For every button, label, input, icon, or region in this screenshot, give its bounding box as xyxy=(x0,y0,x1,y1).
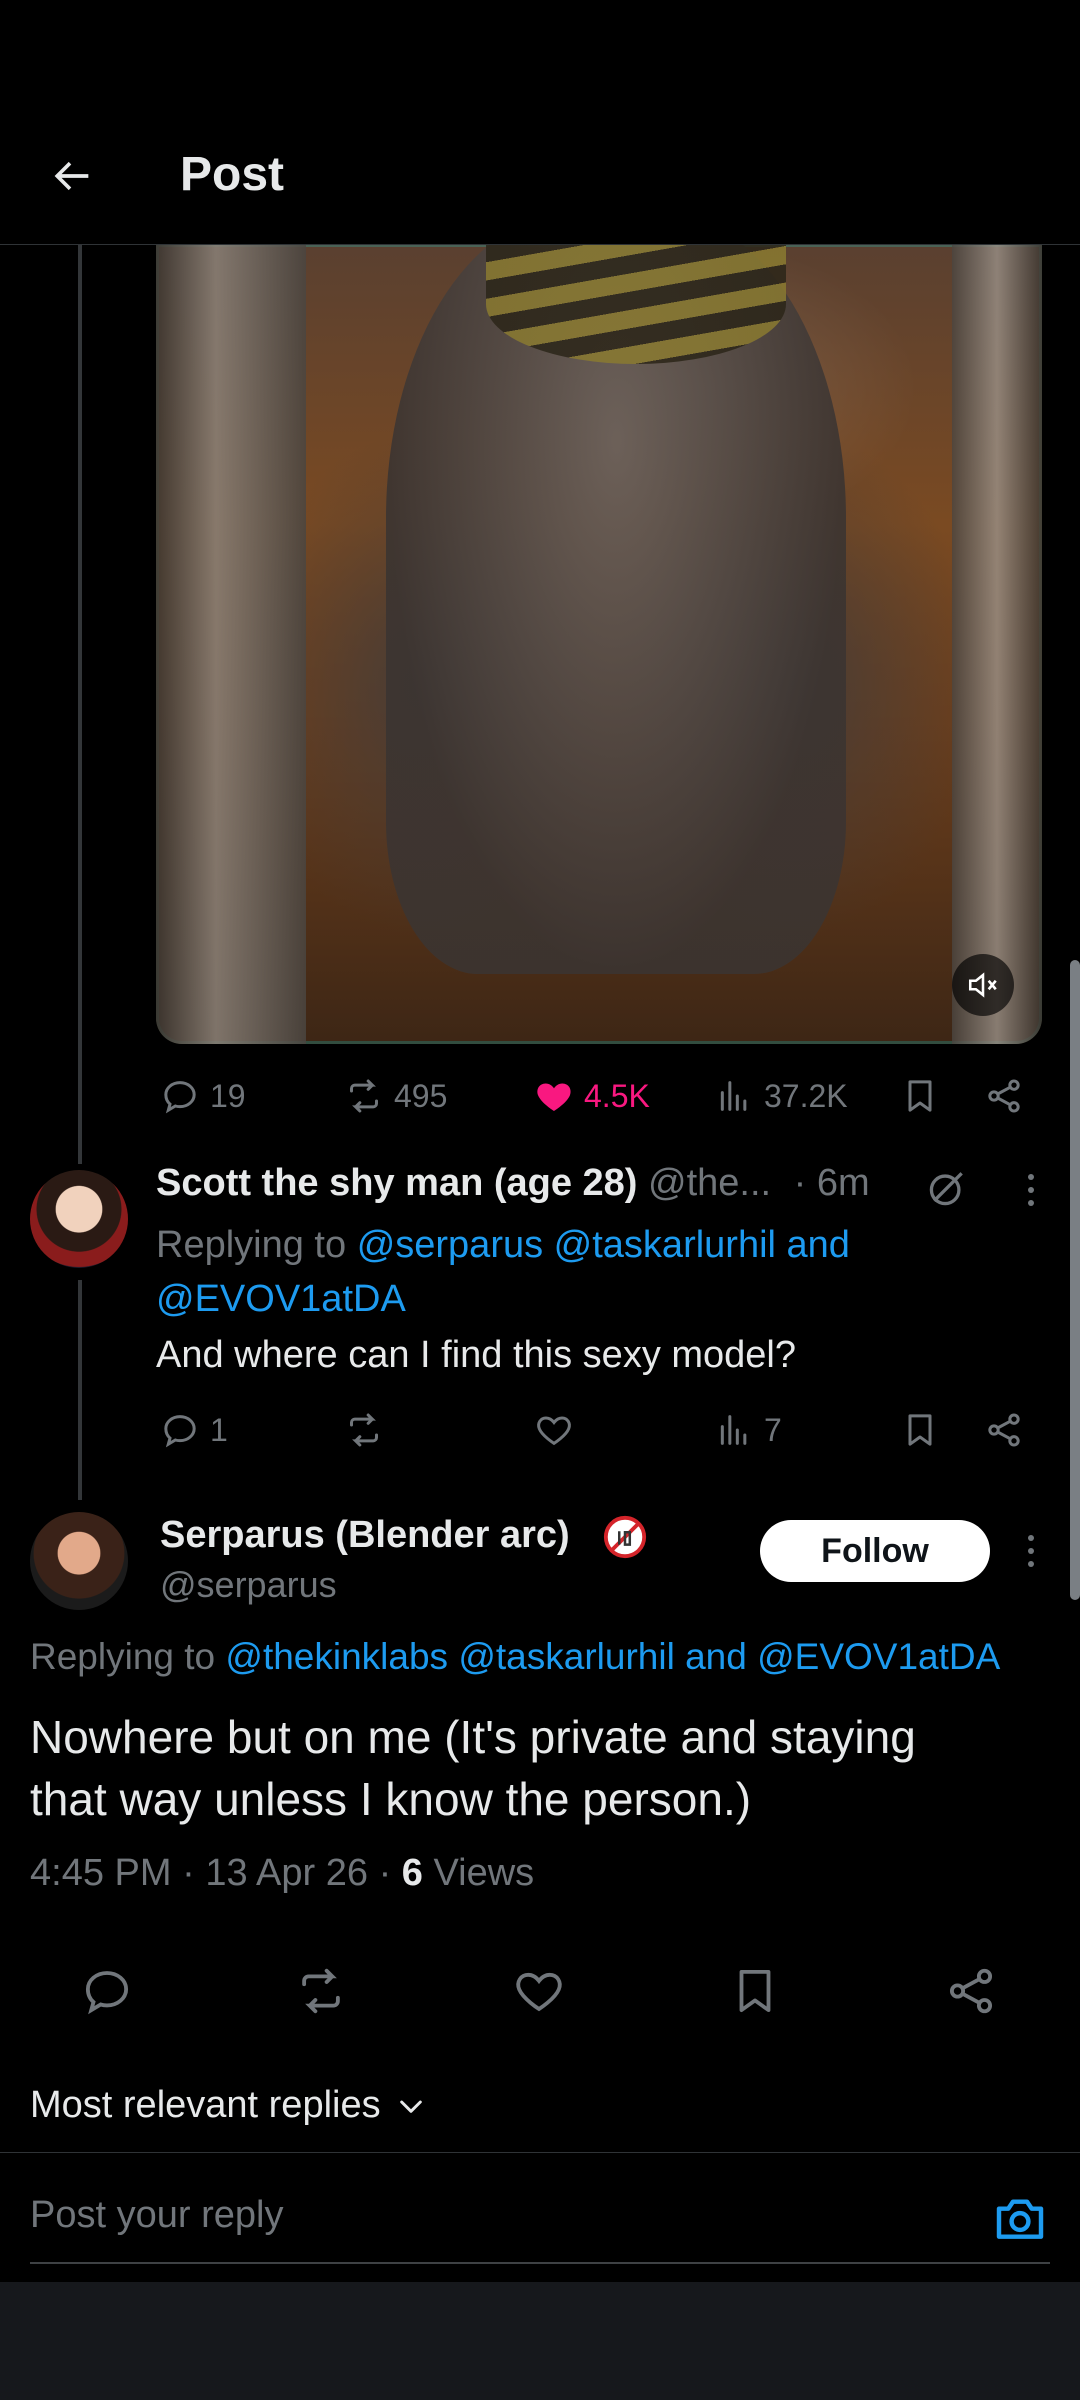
repost-icon xyxy=(350,1413,378,1447)
post-time: 4:45 PM xyxy=(30,1852,172,1894)
replying-to: Replying to @serparus @taskarlurhil and … xyxy=(156,1224,850,1320)
sort-label: Most relevant replies xyxy=(30,2084,381,2126)
author-name[interactable]: Serparus (Blender arc) xyxy=(160,1514,570,1557)
avatar[interactable] xyxy=(30,1170,128,1268)
post-video[interactable] xyxy=(156,244,1042,1044)
reply-icon xyxy=(164,1081,196,1114)
views-chart-icon xyxy=(720,1415,747,1445)
views-count: 7 xyxy=(764,1411,782,1448)
views-button[interactable]: 7 xyxy=(714,1410,782,1450)
reply-input[interactable]: Post your reply xyxy=(30,2194,970,2237)
bookmark-button[interactable] xyxy=(900,1076,940,1116)
thread-line xyxy=(78,1280,82,1500)
chevron-down-icon xyxy=(399,2100,422,2113)
repost-button[interactable]: 495 xyxy=(344,1076,447,1116)
bookmark-button[interactable] xyxy=(900,1410,940,1450)
author-handle[interactable]: @serparus xyxy=(160,1564,337,1606)
top-bar: Post xyxy=(0,0,1080,245)
video-stripes xyxy=(486,244,786,364)
post-date: 13 Apr 26 xyxy=(205,1852,368,1894)
thread-line xyxy=(78,244,82,1164)
post-time: · 6m xyxy=(793,1162,870,1204)
reply-count: 19 xyxy=(210,1077,246,1114)
share-icon xyxy=(988,1413,1020,1447)
more-options-icon[interactable] xyxy=(1016,1160,1046,1220)
camera-icon[interactable] xyxy=(992,2190,1048,2246)
back-button[interactable] xyxy=(40,146,100,206)
views-count: 37.2K xyxy=(764,1077,848,1114)
video-frame-left-pillar xyxy=(156,244,306,1044)
more-options-icon[interactable] xyxy=(1016,1521,1046,1581)
age-restricted-icon xyxy=(603,1515,647,1559)
mute-button[interactable] xyxy=(952,954,1014,1016)
divider xyxy=(30,2262,1050,2264)
views-count: 6 xyxy=(401,1852,423,1894)
views-chart-icon xyxy=(720,1081,747,1111)
bookmark-button[interactable] xyxy=(728,1964,782,2018)
author-handle[interactable]: @the... xyxy=(648,1162,771,1204)
grok-icon[interactable] xyxy=(925,1166,969,1210)
like-count: 4.5K xyxy=(584,1077,650,1114)
author-name[interactable]: Scott the shy man (age 28) xyxy=(156,1162,637,1204)
share-button[interactable] xyxy=(944,1964,998,2018)
like-button[interactable] xyxy=(512,1964,566,2018)
views-label: Views xyxy=(433,1852,535,1894)
bookmark-icon xyxy=(908,1414,932,1446)
sort-replies-dropdown[interactable]: Most relevant replies xyxy=(30,2084,427,2127)
share-icon xyxy=(988,1079,1020,1113)
replying-users[interactable]: @thekinklabs @taskarlurhil and @EVOV1atD… xyxy=(225,1636,1000,1677)
like-button[interactable]: 4.5K xyxy=(534,1076,650,1116)
comment-header: Scott the shy man (age 28) @the... · 6m xyxy=(156,1162,996,1205)
reply-icon xyxy=(164,1415,196,1448)
volume-muted-icon xyxy=(968,972,997,998)
post-text: Nowhere but on me (It's private and stay… xyxy=(30,1711,916,1825)
avatar[interactable] xyxy=(30,1512,128,1610)
replying-to: Replying to @thekinklabs @taskarlurhil a… xyxy=(30,1636,1001,1677)
bookmark-icon xyxy=(739,1969,771,2013)
heart-icon xyxy=(516,1972,562,2012)
repost-icon xyxy=(350,1079,378,1113)
reply-button[interactable] xyxy=(80,1964,134,2018)
share-button[interactable] xyxy=(984,1410,1024,1450)
views-button[interactable]: 37.2K xyxy=(714,1076,848,1116)
bottom-panel xyxy=(0,2282,1080,2400)
comment-text: And where can I find this sexy model? xyxy=(156,1334,797,1376)
repost-button[interactable] xyxy=(294,1964,348,2018)
replying-users[interactable]: @serparus @taskarlurhil and xyxy=(357,1224,850,1266)
share-button[interactable] xyxy=(984,1076,1024,1116)
heart-filled-icon xyxy=(537,1083,571,1111)
post-meta: 4:45 PM · 13 Apr 26 · 6 Views xyxy=(30,1852,535,1894)
scrollbar[interactable] xyxy=(1070,960,1080,1600)
arrow-left-icon xyxy=(54,161,89,191)
heart-icon xyxy=(537,1416,571,1446)
bookmark-icon xyxy=(908,1080,932,1112)
reply-count: 1 xyxy=(210,1411,228,1448)
replying-users-cont[interactable]: @EVOV1atDA xyxy=(156,1278,406,1320)
video-frame-right-pillar xyxy=(952,244,1042,1044)
like-button[interactable] xyxy=(534,1410,574,1450)
follow-button[interactable]: Follow xyxy=(760,1520,990,1582)
reply-count-button[interactable]: 19 xyxy=(160,1076,246,1116)
share-icon xyxy=(949,1968,993,2014)
repost-count: 495 xyxy=(394,1077,448,1114)
repost-icon xyxy=(302,1968,340,2014)
page-title: Post xyxy=(180,148,285,201)
reply-count-button[interactable]: 1 xyxy=(160,1410,228,1450)
reply-icon xyxy=(85,1971,129,2015)
repost-button[interactable] xyxy=(344,1410,384,1450)
